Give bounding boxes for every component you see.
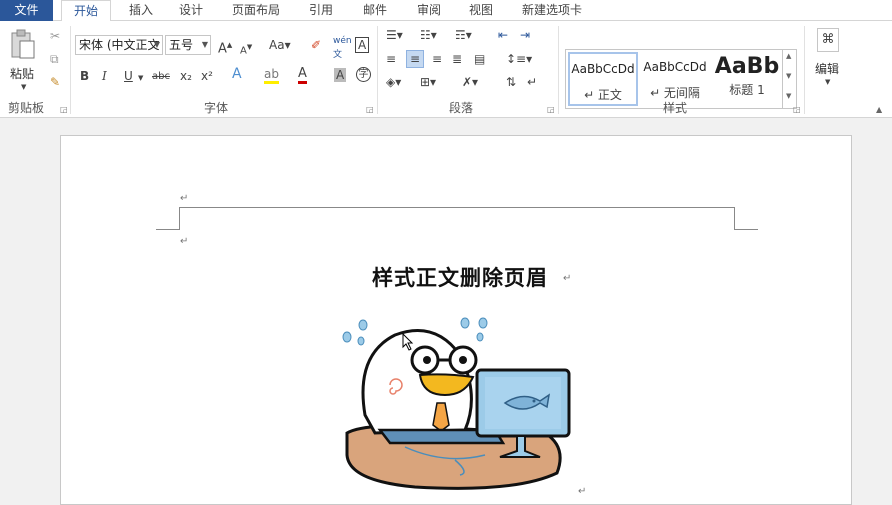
cartoon-illustration [342, 317, 571, 490]
sort-icon[interactable]: ⇅ [506, 75, 516, 89]
mouse-cursor-icon [402, 333, 414, 351]
enclose-char-icon[interactable]: 字 [356, 67, 371, 82]
paragraph-mark: ↵ [180, 193, 189, 204]
header-boundary [156, 207, 758, 231]
shading-icon[interactable]: ◈▾ [386, 75, 401, 89]
paste-label: 粘贴 [10, 67, 35, 81]
char-shading-icon[interactable]: A [334, 68, 347, 82]
subscript-button[interactable]: x₂ [180, 69, 192, 83]
style-no-spacing[interactable]: AaBbCcDd ↵ 无间隔 [640, 52, 710, 106]
editing-label: 编辑 [815, 62, 840, 76]
paste-icon [11, 29, 35, 59]
font-size-select[interactable]: 五号 ▼ [165, 35, 211, 55]
highlight-color-icon[interactable]: ab [264, 67, 279, 84]
tab-home[interactable]: 开始 [61, 0, 111, 22]
collapse-ribbon-icon[interactable]: ▲ [876, 105, 882, 114]
tab-view[interactable]: 视图 [458, 0, 504, 21]
divider [377, 26, 378, 114]
font-size-value: 五号 [169, 38, 194, 52]
phonetic-guide-icon[interactable]: wén 文 [333, 34, 352, 62]
asian-layout-icon[interactable]: ✗▾ [462, 75, 478, 89]
font-color-icon[interactable]: A [298, 67, 307, 84]
font-name-select[interactable]: 宋体 (中文正文 ▼ [75, 35, 163, 55]
group-label-paragraph: 段落 [449, 101, 474, 115]
style-name: ↵ 正文 [584, 88, 622, 102]
styles-launcher-icon[interactable]: ◲ [793, 105, 801, 114]
style-sample: AaBbCcDd [571, 62, 635, 76]
paragraph-launcher-icon[interactable]: ◲ [547, 105, 555, 114]
numbering-icon[interactable]: ☷▾ [420, 28, 437, 42]
clear-format-icon[interactable]: ✐ [311, 38, 321, 52]
underline-button[interactable]: U [124, 69, 133, 83]
tab-review[interactable]: 审阅 [406, 0, 452, 21]
font-launcher-icon[interactable]: ◲ [366, 105, 374, 114]
show-marks-icon[interactable]: ↵ [527, 75, 537, 89]
align-left-icon[interactable]: ≡ [386, 52, 396, 66]
style-sample: AaBbCcDd [643, 60, 707, 74]
decrease-indent-icon[interactable]: ⇤ [498, 28, 508, 42]
divider [70, 26, 71, 114]
editing-dropdown-icon: ▼ [825, 78, 831, 86]
styles-scrollbar[interactable]: ▲ ▼ ▼ [782, 49, 797, 109]
style-normal[interactable]: AaBbCcDd ↵ 正文 [568, 52, 638, 106]
cut-icon[interactable]: ✂ [50, 29, 60, 43]
group-label-font: 字体 [204, 101, 229, 115]
line-spacing-icon[interactable]: ↕≡▾ [506, 52, 532, 66]
tab-design[interactable]: 设计 [168, 0, 214, 21]
bold-button[interactable]: B [80, 69, 89, 83]
ribbon-tab-bar: 文件 开始 插入 设计 页面布局 引用 邮件 审阅 视图 新建选项卡 [0, 0, 892, 22]
text-effects-icon[interactable]: A [232, 67, 242, 81]
binoculars-icon: ⌘ [817, 28, 839, 52]
style-heading-1[interactable]: AaBb 标题 1 [712, 52, 782, 106]
strikethrough-button[interactable]: abc [152, 70, 170, 84]
style-name: 标题 1 [729, 83, 765, 97]
tab-insert[interactable]: 插入 [116, 0, 166, 21]
shrink-font-icon[interactable]: A▼ [240, 40, 252, 58]
paragraph-mark: ↵ [563, 273, 572, 284]
paragraph-mark: ↵ [180, 236, 189, 247]
justify-icon[interactable]: ≣ [452, 52, 462, 66]
group-label-styles: 样式 [663, 101, 688, 115]
editing-button[interactable]: ⌘ 编辑 ▼ [810, 26, 846, 92]
tab-new[interactable]: 新建选项卡 [512, 0, 592, 21]
clipboard-launcher-icon[interactable]: ◲ [60, 105, 68, 114]
style-sample: AaBb [714, 54, 780, 79]
tab-page-layout[interactable]: 页面布局 [222, 0, 290, 21]
align-right-icon[interactable]: ≡ [432, 52, 442, 66]
underline-dropdown-icon[interactable]: ▼ [138, 71, 143, 85]
format-painter-icon[interactable]: ✎ [50, 75, 60, 89]
tab-file[interactable]: 文件 [0, 0, 53, 21]
tab-references[interactable]: 引用 [298, 0, 344, 21]
paragraph-mark: ↵ [578, 486, 587, 497]
font-name-value: 宋体 (中文正文 [79, 38, 160, 52]
increase-indent-icon[interactable]: ⇥ [520, 28, 530, 42]
document-title: 样式正文删除页眉 [372, 265, 548, 290]
borders-icon[interactable]: ⊞▾ [420, 75, 436, 89]
bullets-icon[interactable]: ☰▾ [386, 28, 403, 42]
group-label-clipboard: 剪贴板 [8, 101, 45, 115]
multilevel-list-icon[interactable]: ☶▾ [455, 28, 472, 42]
ribbon: 粘贴 ▼ ✂ ⧉ ✎ 剪贴板 ◲ 宋体 (中文正文 ▼ 五号 ▼ A▲ A▼ A… [0, 21, 892, 118]
char-border-icon[interactable]: A [355, 37, 370, 53]
copy-icon[interactable]: ⧉ [50, 52, 59, 66]
expand-gallery-icon[interactable]: ▼ [786, 92, 791, 100]
chevron-down-icon: ▼ [201, 40, 208, 49]
align-center-icon[interactable]: ≡ [406, 50, 425, 68]
scroll-up-icon[interactable]: ▲ [786, 52, 791, 60]
paste-button[interactable]: 粘贴 ▼ [6, 27, 40, 91]
chevron-down-icon: ▼ [153, 40, 160, 49]
distributed-icon[interactable]: ▤ [474, 52, 485, 66]
italic-button[interactable]: I [102, 69, 107, 83]
superscript-button[interactable]: x² [201, 69, 213, 83]
divider [558, 26, 559, 114]
paste-dropdown-icon: ▼ [21, 83, 27, 91]
divider [804, 26, 805, 114]
scroll-down-icon[interactable]: ▼ [786, 72, 791, 80]
tab-mailings[interactable]: 邮件 [352, 0, 398, 21]
grow-font-icon[interactable]: A▲ [218, 38, 232, 56]
change-case-icon[interactable]: Aa▾ [269, 38, 291, 52]
